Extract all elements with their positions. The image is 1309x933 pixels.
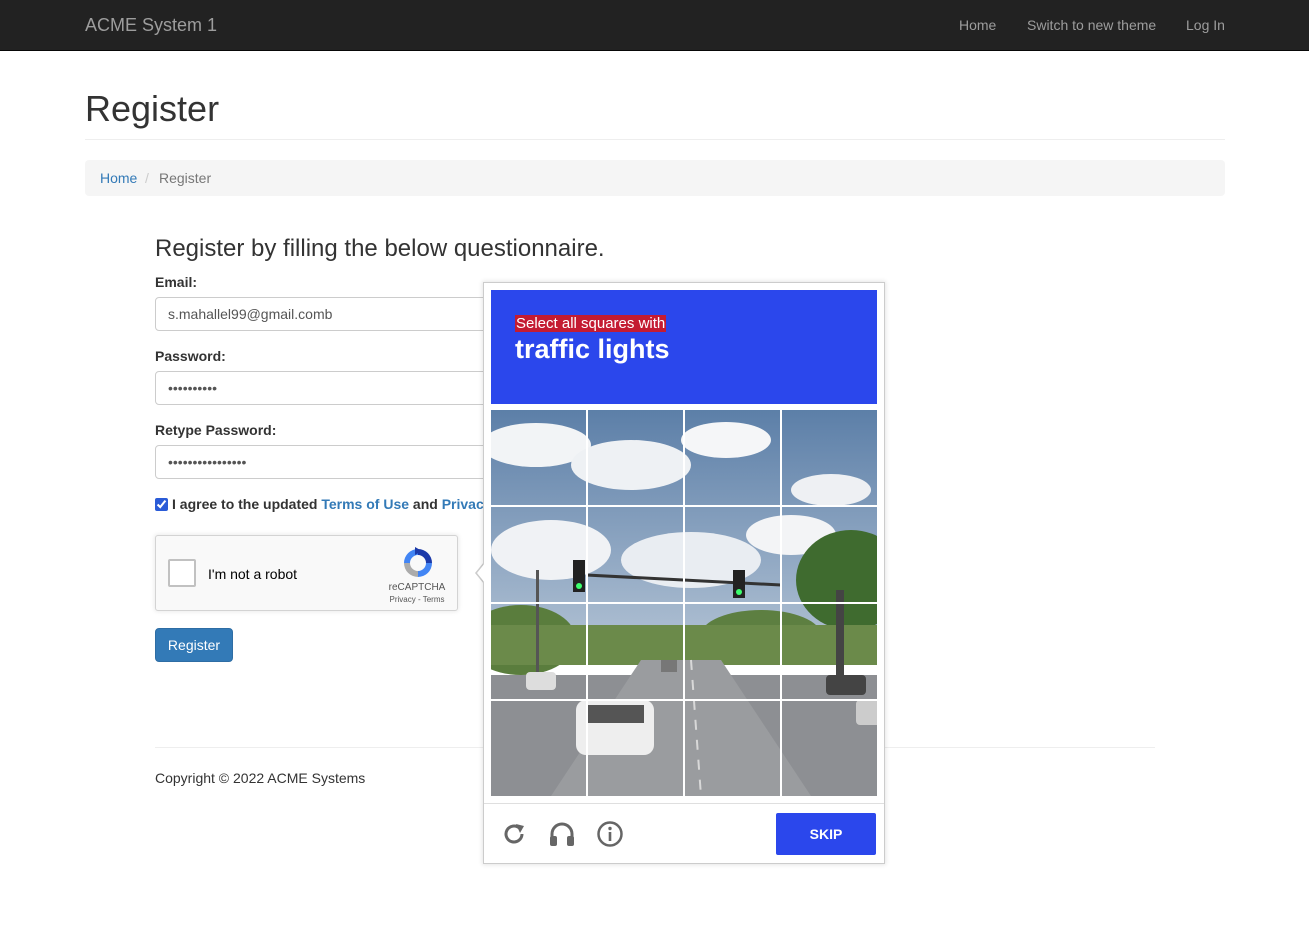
breadcrumb: Home / Register — [85, 160, 1225, 196]
grid-tile[interactable] — [782, 410, 877, 505]
recaptcha-label: I'm not a robot — [208, 566, 298, 582]
reload-icon[interactable] — [500, 820, 528, 848]
agree-text: I agree to the updated — [172, 496, 318, 512]
recaptcha-logo-icon — [404, 547, 432, 577]
navbar: ACME System 1 Home Switch to new theme L… — [0, 0, 1309, 51]
privacy-link[interactable]: Privac — [442, 496, 484, 512]
nav-login-link[interactable]: Log In — [1186, 17, 1225, 33]
challenge-footer-divider — [484, 803, 884, 804]
challenge-pointer-fill — [477, 563, 485, 583]
agree-and-text: and — [412, 496, 438, 512]
grid-tile[interactable] — [588, 410, 683, 505]
grid-tile[interactable] — [685, 701, 780, 796]
page-title: Register — [85, 88, 220, 129]
recaptcha-brand: reCAPTCHA — [388, 582, 446, 593]
grid-tile[interactable] — [588, 701, 683, 796]
grid-tile[interactable] — [685, 604, 780, 699]
nav-switch-theme-link[interactable]: Switch to new theme — [1027, 17, 1156, 33]
brand-link[interactable]: ACME System 1 — [85, 15, 217, 36]
breadcrumb-current: Register — [159, 170, 212, 186]
recaptcha-checkbox[interactable] — [168, 559, 196, 587]
grid-tile[interactable] — [782, 507, 877, 602]
challenge-instruction: Select all squares with — [515, 315, 667, 332]
register-button[interactable]: Register — [155, 628, 233, 662]
copyright: Copyright © 2022 ACME Systems — [155, 770, 366, 786]
grid-tile[interactable] — [491, 604, 586, 699]
challenge-image-grid — [491, 410, 877, 796]
breadcrumb-separator: / — [145, 170, 149, 186]
agree-row: I agree to the updated Terms of Use and … — [155, 496, 484, 512]
header-divider — [85, 139, 1225, 140]
grid-tile[interactable] — [782, 604, 877, 699]
password-label: Password: — [155, 348, 226, 364]
info-icon[interactable] — [596, 820, 624, 848]
nav-home-link[interactable]: Home — [959, 17, 996, 33]
form-heading: Register by filling the below questionna… — [155, 235, 605, 262]
skip-button[interactable]: SKIP — [776, 813, 876, 855]
audio-icon[interactable] — [548, 820, 576, 848]
challenge-target: traffic lights — [515, 334, 670, 364]
grid-tile[interactable] — [491, 507, 586, 602]
grid-tile[interactable] — [685, 507, 780, 602]
agree-checkbox[interactable] — [155, 498, 168, 511]
breadcrumb-home-link[interactable]: Home — [100, 170, 137, 186]
grid-tile[interactable] — [491, 701, 586, 796]
grid-tile[interactable] — [782, 701, 877, 796]
recaptcha-widget: I'm not a robot reCAPTCHA Privacy - Term… — [155, 535, 458, 611]
terms-link[interactable]: Terms of Use — [321, 496, 409, 512]
grid-tile[interactable] — [588, 507, 683, 602]
grid-tile[interactable] — [588, 604, 683, 699]
retype-password-label: Retype Password: — [155, 422, 277, 438]
challenge-header: Select all squares with traffic lights — [491, 290, 877, 404]
recaptcha-challenge: Select all squares with traffic lights S… — [483, 282, 885, 864]
grid-tile[interactable] — [491, 410, 586, 505]
email-label: Email: — [155, 274, 198, 290]
grid-tile[interactable] — [685, 410, 780, 505]
recaptcha-privacy-terms[interactable]: Privacy - Terms — [380, 595, 454, 604]
